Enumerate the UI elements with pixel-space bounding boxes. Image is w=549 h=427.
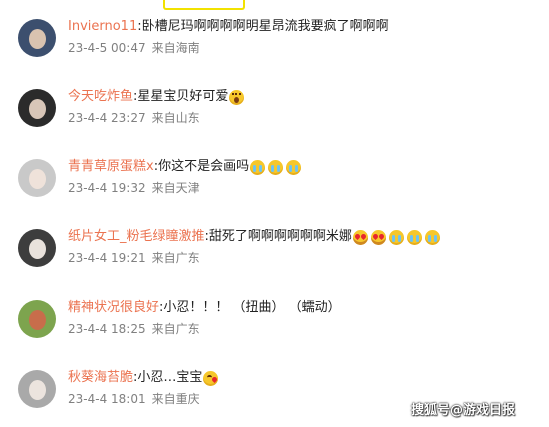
comment-line: 秋葵海苔脆: 小忍…宝宝	[68, 369, 221, 387]
user-avatar[interactable]	[18, 19, 56, 57]
comment-line: 精神状况很良好: 小忍！！！ （扭曲） （蠕动）	[68, 299, 341, 317]
user-avatar[interactable]	[18, 159, 56, 197]
comment-line: 青青草原蛋糕x: 你这不是会画吗	[68, 158, 304, 176]
comment-meta: 23-4-4 18:01 来自重庆	[68, 391, 200, 407]
comment-item: 今天吃炸鱼: 星星宝贝好可爱 23-4-4 23:27 来自山东	[0, 85, 549, 145]
comment-text: 卧槽尼玛啊啊啊啊明星昂流我要疯了啊啊啊	[141, 19, 389, 34]
comment-meta: 23-4-4 19:21 来自广东	[68, 250, 200, 266]
emoji-group	[352, 229, 443, 245]
scream-emoji-icon	[229, 89, 245, 105]
avatar-face	[29, 310, 46, 330]
avatar-face	[29, 169, 46, 189]
avatar-face	[29, 29, 46, 49]
comment-meta: 23-4-4 19:32 来自天津	[68, 180, 200, 196]
comment-text: 小忍！！！ （扭曲） （蠕动）	[163, 300, 341, 315]
avatar-face	[29, 99, 46, 119]
username-link[interactable]: 精神状况很良好	[68, 299, 159, 317]
comment-time: 23-4-4 19:21	[68, 251, 146, 265]
emoji-group	[229, 89, 247, 105]
comment-item: 精神状况很良好: 小忍！！！ （扭曲） （蠕动） 23-4-4 18:25 来自广东	[0, 296, 549, 356]
comment-location: 来自海南	[151, 41, 200, 55]
comment-line: Invierno11: 卧槽尼玛啊啊啊啊明星昂流我要疯了啊啊啊	[68, 18, 389, 36]
user-avatar[interactable]	[18, 370, 56, 408]
comment-location: 来自广东	[151, 251, 200, 265]
comment-time: 23-4-5 00:47	[68, 41, 146, 55]
comment-line: 纸片女工_粉毛绿瞳激推: 甜死了啊啊啊啊啊啊米娜	[68, 228, 443, 246]
user-avatar[interactable]	[18, 89, 56, 127]
comment-text: 甜死了啊啊啊啊啊啊米娜	[208, 229, 352, 244]
comment-location: 来自天津	[151, 181, 200, 195]
username-link[interactable]: 今天吃炸鱼	[68, 88, 133, 106]
username-link[interactable]: Invierno11	[68, 18, 137, 36]
user-avatar[interactable]	[18, 229, 56, 267]
comment-item: Invierno11: 卧槽尼玛啊啊啊啊明星昂流我要疯了啊啊啊 23-4-5 00:…	[0, 15, 549, 75]
comment-location: 来自广东	[151, 322, 200, 336]
comment-location: 来自重庆	[151, 392, 200, 406]
cry-emoji-icon	[286, 159, 302, 175]
comment-time: 23-4-4 23:27	[68, 111, 146, 125]
cry-emoji-icon	[250, 159, 266, 175]
avatar-face	[29, 380, 46, 400]
watermark: 搜狐号@游戏日报	[411, 403, 516, 418]
user-avatar[interactable]	[18, 300, 56, 338]
comment-meta: 23-4-4 23:27 来自山东	[68, 110, 200, 126]
comment-text: 小忍…宝宝	[137, 370, 203, 385]
comment-time: 23-4-4 18:25	[68, 322, 146, 336]
cry-emoji-icon	[268, 159, 284, 175]
comment-location: 来自山东	[151, 111, 200, 125]
cry-emoji-icon	[406, 229, 422, 245]
cry-emoji-icon	[388, 229, 404, 245]
username-link[interactable]: 青青草原蛋糕x	[68, 158, 154, 176]
comment-text: 你这不是会画吗	[158, 159, 250, 174]
emoji-group	[203, 370, 221, 386]
comment-item: 纸片女工_粉毛绿瞳激推: 甜死了啊啊啊啊啊啊米娜 23-4-4 19:21 来自广东	[0, 225, 549, 285]
username-link[interactable]: 纸片女工_粉毛绿瞳激推	[68, 228, 205, 246]
avatar-face	[29, 239, 46, 259]
comment-time: 23-4-4 19:32	[68, 181, 146, 195]
emoji-group	[250, 159, 304, 175]
cry-emoji-icon	[424, 229, 440, 245]
comment-time: 23-4-4 18:01	[68, 392, 146, 406]
comment-meta: 23-4-5 00:47 来自海南	[68, 40, 200, 56]
comment-line: 今天吃炸鱼: 星星宝贝好可爱	[68, 88, 247, 106]
comment-item: 青青草原蛋糕x: 你这不是会画吗 23-4-4 19:32 来自天津	[0, 155, 549, 215]
comment-meta: 23-4-4 18:25 来自广东	[68, 321, 200, 337]
highlight-frame	[163, 0, 245, 10]
comment-text: 星星宝贝好可爱	[137, 89, 229, 104]
heart-eyes-emoji-icon	[352, 229, 368, 245]
kiss-emoji-icon	[203, 370, 219, 386]
heart-eyes-emoji-icon	[370, 229, 386, 245]
username-link[interactable]: 秋葵海苔脆	[68, 369, 133, 387]
